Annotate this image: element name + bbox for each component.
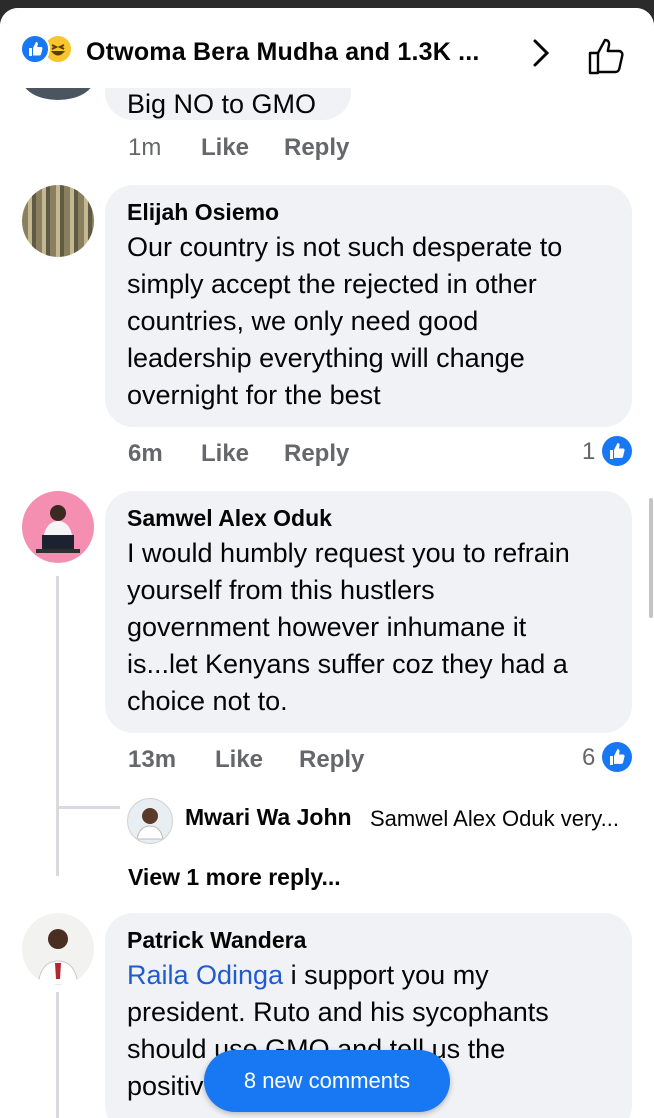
chevron-right-icon[interactable] (528, 38, 554, 68)
reply-link[interactable]: Reply (284, 134, 349, 162)
avatar[interactable] (127, 798, 173, 844)
thread-line (56, 806, 120, 809)
comment-line: Our country is not such desperate to (127, 232, 563, 262)
page-title[interactable]: Otwoma Bera Mudha and 1.3K ... (86, 38, 480, 67)
comment-text: I would humbly request you to refrain yo… (127, 535, 610, 720)
comment-line: choice not to. (127, 686, 288, 716)
comment-line: is...let Kenyans suffer coz they had a (127, 649, 568, 679)
comment-line: Raila Odinga i support you my (127, 957, 610, 994)
reply-link[interactable]: Reply (299, 746, 364, 774)
avatar[interactable] (22, 491, 94, 563)
comment-line: yourself from this hustlers (127, 575, 435, 605)
thumbs-up-outline-icon[interactable] (586, 36, 628, 76)
header: Otwoma Bera Mudha and 1.3K ... (0, 8, 654, 88)
comment-line: simply accept the rejected in other (127, 269, 537, 299)
comment-line-rest: i support you my (283, 960, 489, 990)
comment-line: countries, we only need good (127, 306, 479, 336)
comment-time: 6m (128, 440, 163, 467)
comment-time: 13m (128, 746, 177, 773)
new-comments-button[interactable]: 8 new comments (204, 1050, 450, 1112)
reaction-summary[interactable] (20, 34, 84, 64)
comment-time: 1m (128, 134, 162, 161)
comment-line: overnight for the best (127, 380, 381, 410)
reaction-count[interactable]: 1 (582, 438, 595, 466)
comment-bubble[interactable]: Samwel Alex Oduk I would humbly request … (105, 491, 632, 733)
like-link[interactable]: Like (201, 134, 249, 162)
view-more-replies-link[interactable]: View 1 more reply... (128, 864, 341, 891)
avatar[interactable] (22, 185, 94, 257)
comment-line: government however inhumane it (127, 612, 527, 642)
like-link[interactable]: Like (201, 440, 249, 468)
comment-line: leadership everything will change (127, 343, 525, 373)
comment-bubble[interactable]: Elijah Osiemo Our country is not such de… (105, 185, 632, 427)
like-reaction-icon[interactable] (602, 742, 632, 772)
reply-link[interactable]: Reply (284, 440, 349, 468)
like-link[interactable]: Like (215, 746, 263, 774)
avatar[interactable] (22, 913, 94, 985)
comment-line: president. Ruto and his sycophants (127, 997, 549, 1027)
comment-text: Our country is not such desperate to sim… (127, 229, 610, 414)
commenter-name[interactable]: Patrick Wandera (127, 925, 610, 955)
comment-text: Big NO to GMO (127, 89, 317, 119)
scrollbar[interactable] (649, 498, 653, 618)
comments-sheet: Big NO to GMO 1m Like Reply Otwoma Bera … (0, 8, 654, 1118)
commenter-name[interactable]: Samwel Alex Oduk (127, 503, 610, 533)
thread-line (56, 576, 59, 876)
reply-author-name[interactable]: Mwari Wa John (185, 804, 352, 831)
like-reaction-icon[interactable] (602, 436, 632, 466)
thread-line (56, 992, 59, 1118)
reaction-count[interactable]: 6 (582, 744, 595, 772)
comment-line: I would humbly request you to refrain (127, 538, 570, 568)
like-reaction-icon (20, 34, 50, 64)
mention-link[interactable]: Raila Odinga (127, 960, 283, 990)
reply-preview-text[interactable]: Samwel Alex Oduk very... (370, 806, 619, 832)
commenter-name[interactable]: Elijah Osiemo (127, 197, 610, 227)
